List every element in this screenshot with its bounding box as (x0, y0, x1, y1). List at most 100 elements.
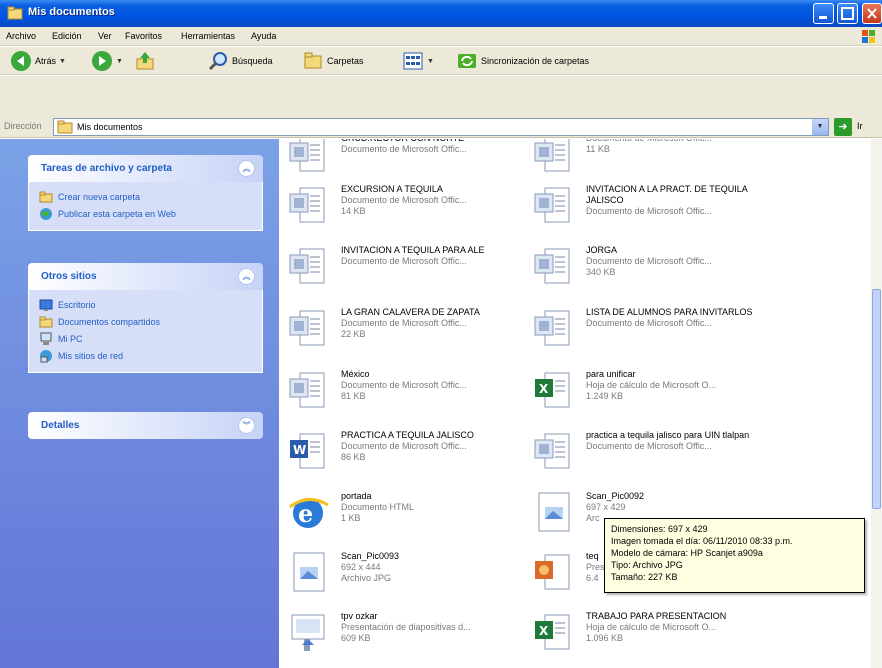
address-dropdown-button[interactable]: ▼ (812, 119, 828, 135)
up-folder-icon (136, 52, 154, 70)
chevron-down-icon: ▼ (816, 123, 824, 130)
file-item-mexico[interactable]: México Documento de Microsoft Offic... 81 … (286, 367, 526, 427)
file-item-portada[interactable]: e portada Documento HTML 1 KB (286, 489, 526, 549)
shared-documents-link[interactable]: Documentos compartidos (29, 313, 262, 330)
network-places-link[interactable]: Mis sitios de red (29, 347, 262, 364)
desktop-link[interactable]: Escritorio (29, 296, 262, 313)
vertical-scrollbar[interactable] (871, 139, 882, 668)
address-field[interactable]: Mis documentos ▼ (53, 118, 829, 136)
file-item-invitacion-pract[interactable]: INVITACION A LA PRACT. DE TEQUILA JALISC… (531, 182, 771, 242)
file-item-practica-uin[interactable]: practica a tequila jalisco para UIN tlal… (531, 428, 771, 488)
file-item-tpv-ozkar[interactable]: tpv ozkar Presentación de diapositivas d.… (286, 609, 526, 668)
go-button[interactable]: ➜ (834, 118, 852, 136)
file-type: Documento de Microsoft Offic... (586, 206, 712, 216)
publish-web-link[interactable]: Publicar esta carpeta en Web (29, 205, 262, 222)
file-item-excursion[interactable]: EXCURSION A TEQUILA Documento de Microsof… (286, 182, 526, 242)
file-type: Presentación de diapositivas d... (341, 622, 471, 632)
toolbar: Atrás ▼ ▼ Búsqueda Carpetas ▼ Sincroniza… (0, 47, 882, 75)
maximize-icon (841, 7, 854, 20)
address-bar: Dirección Mis documentos ▼ ➜ Ir (0, 116, 882, 138)
document-icon (289, 372, 325, 408)
file-tasks-panel: Tareas de archivo y carpeta ︽ Crear nuev… (28, 155, 263, 231)
task-pane: Tareas de archivo y carpeta ︽ Crear nuev… (0, 139, 279, 668)
go-label[interactable]: Ir (857, 121, 863, 131)
file-item-scan0093[interactable]: Scan_Pic0093 692 x 444 Archivo JPG (286, 549, 526, 609)
network-icon (40, 349, 52, 362)
file-item-lista-alumnos[interactable]: LISTA DE ALUMNOS PARA INVITARLOS Document… (531, 305, 771, 365)
file-type: 697 x 429 (586, 502, 626, 512)
title-bar[interactable]: Mis documentos (0, 0, 882, 27)
computer-icon (40, 332, 52, 345)
file-type: Hoja de cálculo de Microsoft O... (586, 380, 717, 390)
window-title: Mis documentos (28, 6, 115, 18)
file-type: Documento de Microsoft Offic... (586, 318, 712, 328)
create-folder-link[interactable]: Crear nueva carpeta (29, 188, 262, 205)
up-folder-button[interactable] (134, 50, 156, 72)
forward-arrow-icon (92, 51, 112, 71)
my-computer-link[interactable]: Mi PC (29, 330, 262, 347)
file-type: Documento de Microsoft Offic... (341, 195, 467, 205)
file-name: México (341, 369, 370, 379)
internet-explorer-icon: e (289, 498, 329, 528)
file-item-practica[interactable]: W PRACTICA A TEQUILA JALISCO Documento de … (286, 428, 526, 488)
menu-archivo[interactable]: Archivo (6, 31, 36, 41)
document-icon (534, 248, 570, 284)
file-item-para-unificar[interactable]: Xpara unificar Hoja de cálculo de Microso… (531, 367, 771, 427)
file-item-trabajo[interactable]: X TRABAJO PARA PRESENTACION Hoja de cálcul… (531, 609, 771, 668)
address-value: Mis documentos (77, 122, 143, 132)
file-name: practica a tequila jalisco para UIN tlal… (586, 430, 750, 440)
word-document-icon: W (290, 433, 325, 469)
document-icon (289, 139, 325, 172)
file-size: 22 KB (341, 329, 366, 339)
file-name: LISTA DE ALUMNOS PARA INVITARLOS (586, 307, 753, 317)
file-size: 86 KB (341, 452, 366, 462)
views-button[interactable]: ▼ (402, 50, 434, 72)
menu-favoritos[interactable]: Favoritos (125, 31, 162, 41)
file-name: EXCURSION A TEQUILA (341, 184, 443, 194)
file-name: LA GRAN CALAVERA DE ZAPATA (341, 307, 480, 317)
chevron-down-icon: ▼ (427, 57, 434, 65)
folders-button[interactable]: Carpetas (302, 50, 364, 72)
sync-folders-button[interactable]: Sincronización de carpetas (456, 50, 589, 72)
shared-folder-icon (39, 316, 53, 327)
file-item-jorga[interactable]: JORGA Documento de Microsoft Offic... 340 … (531, 243, 771, 303)
excel-spreadsheet-icon: X (535, 614, 570, 650)
collapse-icon[interactable]: ︽ (238, 268, 255, 285)
new-folder-icon (39, 191, 53, 202)
file-size: 340 KB (586, 267, 616, 277)
back-button[interactable]: Atrás ▼ (10, 50, 66, 72)
search-button[interactable]: Búsqueda (207, 50, 273, 72)
details-header[interactable]: Detalles ︾ (28, 412, 263, 439)
file-type: Documento de Microsoft Offic... (341, 256, 467, 266)
forward-button[interactable]: ▼ (91, 50, 123, 72)
menu-ayuda[interactable]: Ayuda (251, 31, 276, 41)
document-icon (289, 248, 325, 284)
file-size: 609 KB (341, 633, 371, 643)
expand-icon[interactable]: ︾ (238, 417, 255, 434)
svg-text:X: X (539, 624, 549, 638)
scrollbar-thumb[interactable] (872, 289, 881, 509)
go-arrow-icon: ➜ (838, 121, 848, 133)
menu-edicion[interactable]: Edición (52, 31, 82, 41)
document-icon (534, 187, 570, 223)
menu-herramientas[interactable]: Herramientas (181, 31, 235, 41)
menu-bar: Archivo Edición Ver Favoritos Herramient… (0, 27, 882, 46)
image-file-icon (293, 552, 325, 592)
collapse-icon[interactable]: ︽ (238, 160, 255, 177)
folders-icon (304, 52, 322, 69)
file-item-calavera[interactable]: LA GRAN CALAVERA DE ZAPATA Documento de M… (286, 305, 526, 365)
file-name: INVITACION A LA PRACT. DE TEQUILA JALISC… (586, 184, 748, 205)
svg-text:X: X (539, 382, 549, 396)
minimize-button[interactable] (813, 3, 834, 24)
file-name: portada (341, 491, 372, 501)
file-item-invitacion-ale[interactable]: INVITACION A TEQUILA PARA ALE Documento d… (286, 243, 526, 303)
file-size: 1.249 KB (586, 391, 624, 401)
details-panel: Detalles ︾ (28, 412, 263, 439)
other-places-header[interactable]: Otros sitios ︽ (28, 263, 263, 290)
close-button[interactable] (862, 3, 882, 24)
maximize-button[interactable] (837, 3, 858, 24)
file-tasks-header[interactable]: Tareas de archivo y carpeta ︽ (28, 155, 263, 182)
excel-spreadsheet-icon: X (535, 372, 570, 408)
file-size: 11 KB (586, 144, 610, 154)
menu-ver[interactable]: Ver (98, 31, 112, 41)
